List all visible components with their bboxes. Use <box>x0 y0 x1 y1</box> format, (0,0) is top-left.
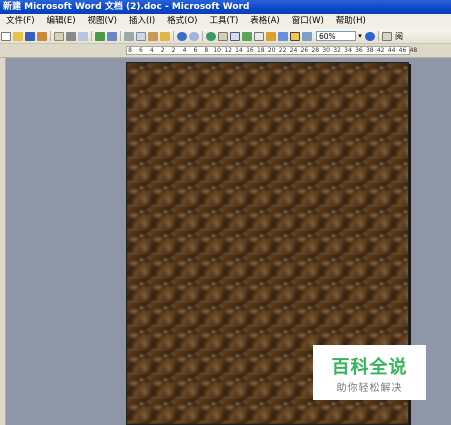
toolbar-separator <box>173 31 174 41</box>
ruler-tick-label: 12 <box>224 47 232 54</box>
ruler-tick-label: 28 <box>311 47 320 54</box>
menu-format[interactable]: 格式(O) <box>161 14 203 29</box>
chevron-down-icon[interactable]: ▾ <box>356 32 364 40</box>
print-preview-icon[interactable] <box>78 31 88 41</box>
window-title: 新建 Microsoft Word 文档 (2).doc - Microsoft… <box>3 2 250 12</box>
drawing-icon[interactable] <box>266 31 276 41</box>
vertical-ruler <box>0 58 6 425</box>
toolbar-separator <box>120 31 121 41</box>
toolbar-separator <box>50 31 51 41</box>
cut-icon[interactable] <box>124 31 134 41</box>
tables-borders-icon[interactable] <box>218 31 228 41</box>
menu-window[interactable]: 窗口(W) <box>286 14 330 29</box>
watermark-title: 百科全说 <box>331 357 408 378</box>
ruler-ticks: 8 6 4 2 2 4 6 8 10 12 14 16 18 20 22 24 26 28 30 32 34 36 38 42… <box>126 46 426 55</box>
ruler-tick-label: 16 <box>246 47 254 54</box>
ruler-tick-label: 32 <box>333 47 341 54</box>
ruler-tick-label: 26 <box>300 47 309 54</box>
insert-table-icon[interactable] <box>230 31 240 41</box>
menu-table[interactable]: 表格(A) <box>244 14 285 29</box>
document-map-icon[interactable] <box>278 31 288 41</box>
redo-icon[interactable] <box>189 31 199 41</box>
ruler-tick-label: 10 <box>213 47 222 54</box>
ruler-tick-label: 42 <box>376 47 385 54</box>
menu-file[interactable]: 文件(F) <box>0 14 41 29</box>
menu-view[interactable]: 视图(V) <box>82 14 123 29</box>
watermark-logo: 百科全说 助你轻松解决 <box>313 345 426 400</box>
reading-layout-icon[interactable] <box>302 31 312 41</box>
ruler-tick-label: 18 <box>256 47 265 54</box>
insert-excel-icon[interactable] <box>242 31 252 41</box>
hyperlink-icon[interactable] <box>206 31 216 41</box>
menu-tools[interactable]: 工具(T) <box>203 14 244 29</box>
ruler-tick-label: 6 <box>138 47 143 54</box>
toolbar-separator <box>378 31 379 41</box>
ruler-tick-label: 4 <box>149 47 154 54</box>
ruler-tick-label: 36 <box>355 47 363 54</box>
menu-insert[interactable]: 插入(I) <box>123 14 161 29</box>
menu-edit[interactable]: 编辑(E) <box>41 14 82 29</box>
show-hide-icon[interactable] <box>290 31 300 41</box>
zoom-dropdown[interactable]: 60% <box>316 31 356 41</box>
new-icon[interactable] <box>1 31 11 41</box>
paste-icon[interactable] <box>148 31 158 41</box>
research-icon[interactable] <box>107 31 117 41</box>
title-bar: 新建 Microsoft Word 文档 (2).doc - Microsoft… <box>0 0 451 14</box>
read-button-label[interactable]: 阅 <box>395 31 403 42</box>
open-icon[interactable] <box>13 31 23 41</box>
menu-bar: 文件(F) 编辑(E) 视图(V) 插入(I) 格式(O) 工具(T) 表格(A… <box>0 14 451 30</box>
email-icon[interactable] <box>54 31 64 41</box>
help-icon[interactable] <box>365 31 375 41</box>
columns-icon[interactable] <box>254 31 264 41</box>
ruler-tick-label: 24 <box>289 47 298 54</box>
ruler-tick-label: 2 <box>160 47 165 54</box>
ruler-tick-label: 48 <box>409 47 418 54</box>
spelling-icon[interactable] <box>95 31 105 41</box>
standard-toolbar: 60% ▾ 阅 <box>0 29 451 44</box>
watermark-subtitle: 助你轻松解决 <box>336 383 403 394</box>
read-icon[interactable] <box>382 31 392 41</box>
ruler-tick-label: 8 <box>128 47 132 54</box>
horizontal-ruler[interactable]: 8 6 4 2 2 4 6 8 10 12 14 16 18 20 22 24 26 28 30 32 34 36 38 42… <box>0 44 451 58</box>
ruler-tick-label: 46 <box>398 47 407 54</box>
ruler-tick-label: 6 <box>193 47 198 54</box>
copy-icon[interactable] <box>136 31 146 41</box>
permission-icon[interactable] <box>37 31 47 41</box>
undo-icon[interactable] <box>177 31 187 41</box>
toolbar-separator <box>202 31 203 41</box>
toolbar-separator <box>91 31 92 41</box>
ruler-tick-label: 30 <box>322 47 331 54</box>
ruler-tick-label: 38 <box>365 47 374 54</box>
ruler-tick-label: 22 <box>278 47 287 54</box>
ruler-tick-label: 8 <box>204 47 209 54</box>
format-painter-icon[interactable] <box>160 31 170 41</box>
ruler-tick-label: 2 <box>171 47 176 54</box>
save-icon[interactable] <box>25 31 35 41</box>
ruler-tick-label: 14 <box>235 47 243 54</box>
ruler-tick-label: 44 <box>387 47 396 54</box>
ruler-tick-label: 4 <box>182 47 187 54</box>
ruler-tick-label: 20 <box>267 47 276 54</box>
menu-help[interactable]: 帮助(H) <box>330 14 372 29</box>
ruler-tick-label: 34 <box>344 47 352 54</box>
print-icon[interactable] <box>66 31 76 41</box>
